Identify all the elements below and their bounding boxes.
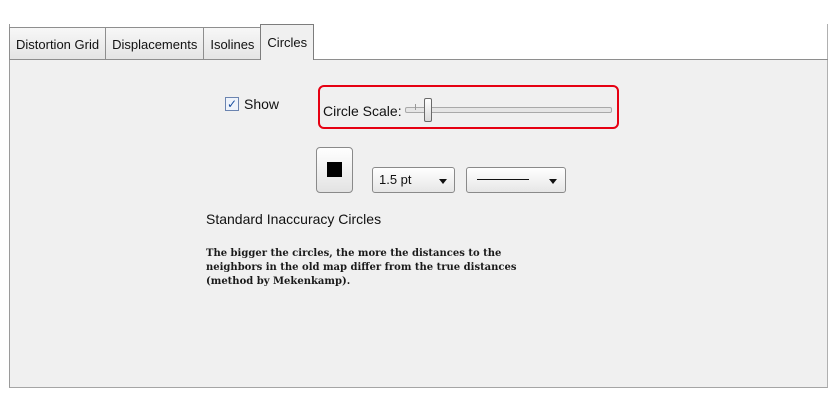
- show-checkbox[interactable]: ✓: [225, 97, 239, 111]
- line-width-value: 1.5 pt: [379, 172, 412, 187]
- chevron-down-icon: [439, 179, 447, 184]
- color-swatch: [327, 162, 342, 177]
- line-color-button[interactable]: [316, 147, 353, 193]
- show-label: Show: [244, 96, 280, 112]
- circles-panel: ✓ Show Circle Scale: 1.5 pt Standard Ina…: [10, 60, 827, 387]
- line-style-sample-icon: [477, 179, 529, 180]
- tab-distortion-grid[interactable]: Distortion Grid: [9, 27, 107, 60]
- line-width-dropdown[interactable]: 1.5 pt: [372, 167, 455, 193]
- tab-bar: Distortion Grid Displacements Isolines C…: [9, 24, 315, 60]
- tab-circles[interactable]: Circles: [260, 24, 315, 60]
- tab-isolines[interactable]: Isolines: [203, 27, 262, 60]
- description-line: The bigger the circles, the more the dis…: [206, 248, 502, 259]
- circle-scale-slider[interactable]: [405, 107, 612, 113]
- slider-tick: [415, 104, 416, 110]
- line-style-dropdown[interactable]: [466, 167, 566, 193]
- tab-displacements[interactable]: Displacements: [105, 27, 205, 60]
- circle-scale-slider-thumb[interactable]: [423, 98, 432, 122]
- section-heading: Standard Inaccuracy Circles: [206, 211, 382, 227]
- circle-scale-label: Circle Scale:: [323, 103, 402, 119]
- chevron-down-icon: [549, 179, 557, 184]
- description-text: The bigger the circles, the more the dis…: [206, 247, 517, 289]
- description-line: (method by Mekenkamp).: [206, 276, 351, 287]
- description-line: neighbors in the old map differ from the…: [206, 262, 517, 273]
- checkmark-icon: ✓: [226, 97, 238, 111]
